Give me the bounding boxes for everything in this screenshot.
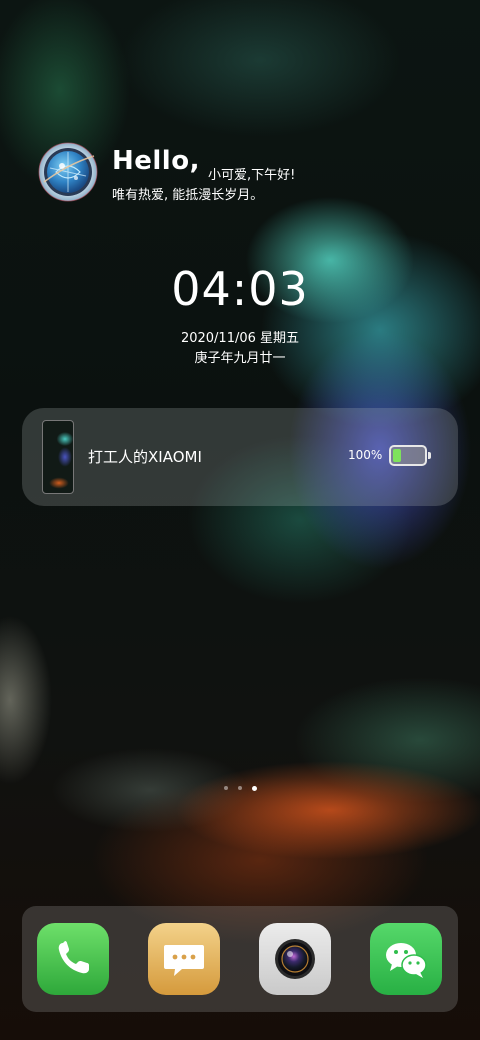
greeting-widget[interactable]: Hello, 小可爱,下午好! 唯有热爱, 能抵漫长岁月。 <box>38 142 458 206</box>
motto-text: 唯有热爱, 能抵漫长岁月。 <box>112 188 264 203</box>
dock-app-camera[interactable] <box>259 923 331 995</box>
wechat-icon <box>386 943 427 978</box>
dock-app-phone[interactable] <box>37 923 109 995</box>
page-dot <box>252 785 257 791</box>
battery-fill <box>393 449 401 462</box>
dock-app-messages[interactable] <box>148 923 220 995</box>
home-screen: Hello, 小可爱,下午好! 唯有热爱, 能抵漫长岁月。 04:03 2020… <box>0 0 480 1040</box>
dock-app-wechat[interactable] <box>370 923 442 995</box>
message-icon <box>164 945 204 976</box>
device-name: 打工人的XIAOMI <box>88 448 202 466</box>
page-dot <box>238 786 242 790</box>
lunar-date-text: 庚子年九月廿一 <box>194 351 286 366</box>
avatar[interactable] <box>38 142 98 202</box>
phone-thumbnail-icon <box>42 420 74 494</box>
camera-icon <box>275 939 315 979</box>
greeting-subtitle: 小可爱,下午好! <box>208 168 296 183</box>
dock <box>22 906 458 1012</box>
battery-icon <box>389 445 427 466</box>
battery-percent: 100% <box>348 448 383 462</box>
hello-text: Hello, <box>112 146 200 176</box>
device-battery-card[interactable]: 打工人的XIAOMI 100% <box>22 408 458 506</box>
date-text: 2020/11/06 星期五 <box>180 331 300 346</box>
page-indicator <box>224 785 260 794</box>
planet-icon <box>38 142 98 202</box>
battery-tip <box>428 452 431 459</box>
phone-icon <box>58 941 89 974</box>
clock-time[interactable]: 04:03 <box>0 262 480 316</box>
page-dot <box>224 786 228 790</box>
